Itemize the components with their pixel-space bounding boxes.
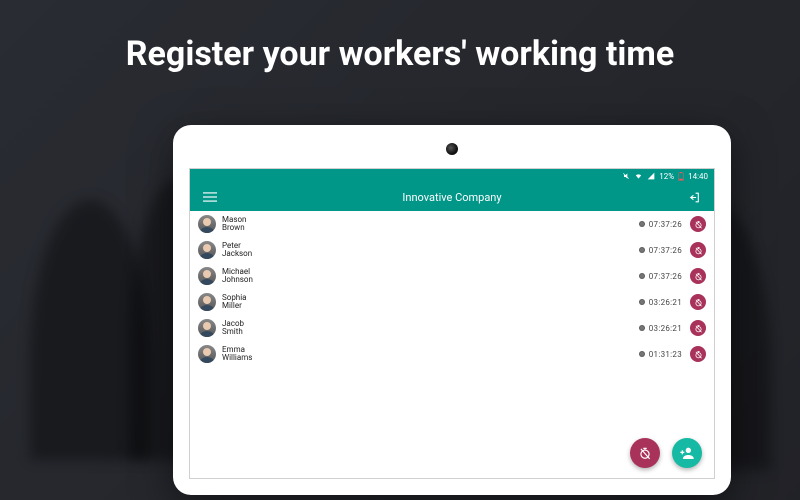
stopwatch-off-icon: [694, 324, 703, 333]
worker-last: Jackson: [222, 250, 252, 258]
worker-last: Smith: [222, 328, 244, 336]
stopwatch-off-icon: [694, 350, 703, 359]
status-clock: 14:40: [688, 172, 708, 181]
mute-icon: [622, 172, 630, 180]
person-add-icon: [679, 445, 695, 461]
stop-worker-button[interactable]: [690, 346, 706, 362]
battery-icon: [678, 172, 684, 181]
stopwatch-off-icon: [694, 220, 703, 229]
elapsed-time: 07:37:26: [649, 220, 682, 229]
stop-worker-button[interactable]: [690, 268, 706, 284]
tablet-frame: 12% 14:40 Innovative Company MasonBrown 0…: [173, 125, 731, 495]
worker-row[interactable]: PeterJackson 07:37:26: [190, 237, 714, 263]
stop-worker-button[interactable]: [690, 242, 706, 258]
status-dot: [639, 247, 645, 253]
worker-last: Brown: [222, 224, 246, 232]
avatar: [198, 267, 216, 285]
status-bar: 12% 14:40: [190, 169, 714, 183]
worker-last: Miller: [222, 302, 247, 310]
avatar: [198, 241, 216, 259]
worker-row[interactable]: MasonBrown 07:37:26: [190, 211, 714, 237]
worker-name: PeterJackson: [222, 242, 252, 259]
stop-all-fab[interactable]: [630, 438, 660, 468]
fab-area: [630, 438, 702, 468]
stop-worker-button[interactable]: [690, 294, 706, 310]
promo-stage: Register your workers' working time 12% …: [0, 0, 800, 500]
menu-button[interactable]: [200, 187, 220, 207]
stopwatch-off-icon: [638, 446, 652, 460]
wifi-icon: [634, 172, 643, 180]
worker-last: Johnson: [222, 276, 253, 284]
worker-name: SophiaMiller: [222, 294, 247, 311]
avatar: [198, 319, 216, 337]
app-bar: Innovative Company: [190, 183, 714, 211]
avatar: [198, 345, 216, 363]
exit-icon: [688, 191, 701, 204]
worker-row[interactable]: MichaelJohnson 07:37:26: [190, 263, 714, 289]
hamburger-icon: [203, 190, 217, 204]
signal-icon: [647, 172, 655, 180]
status-dot: [639, 351, 645, 357]
worker-name: MichaelJohnson: [222, 268, 253, 285]
elapsed-time: 07:37:26: [649, 272, 682, 281]
stopwatch-off-icon: [694, 272, 703, 281]
worker-last: Williams: [222, 354, 252, 362]
status-dot: [639, 325, 645, 331]
marketing-headline: Register your workers' working time: [0, 34, 800, 74]
worker-name: JacobSmith: [222, 320, 244, 337]
elapsed-time: 07:37:26: [649, 246, 682, 255]
status-dot: [639, 299, 645, 305]
logout-button[interactable]: [684, 187, 704, 207]
add-worker-fab[interactable]: [672, 438, 702, 468]
elapsed-time: 03:26:21: [649, 298, 682, 307]
stopwatch-off-icon: [694, 298, 703, 307]
elapsed-time: 03:26:21: [649, 324, 682, 333]
worker-row[interactable]: JacobSmith 03:26:21: [190, 315, 714, 341]
worker-row[interactable]: EmmaWilliams 01:31:23: [190, 341, 714, 367]
status-dot: [639, 273, 645, 279]
worker-name: MasonBrown: [222, 216, 246, 233]
worker-name: EmmaWilliams: [222, 346, 252, 363]
status-dot: [639, 221, 645, 227]
worker-row[interactable]: SophiaMiller 03:26:21: [190, 289, 714, 315]
avatar: [198, 293, 216, 311]
stop-worker-button[interactable]: [690, 216, 706, 232]
app-screen: 12% 14:40 Innovative Company MasonBrown 0…: [189, 168, 715, 479]
avatar: [198, 215, 216, 233]
elapsed-time: 01:31:23: [649, 350, 682, 359]
tablet-camera: [446, 143, 458, 155]
stop-worker-button[interactable]: [690, 320, 706, 336]
app-title: Innovative Company: [190, 191, 714, 204]
battery-percent: 12%: [659, 172, 674, 181]
stopwatch-off-icon: [694, 246, 703, 255]
